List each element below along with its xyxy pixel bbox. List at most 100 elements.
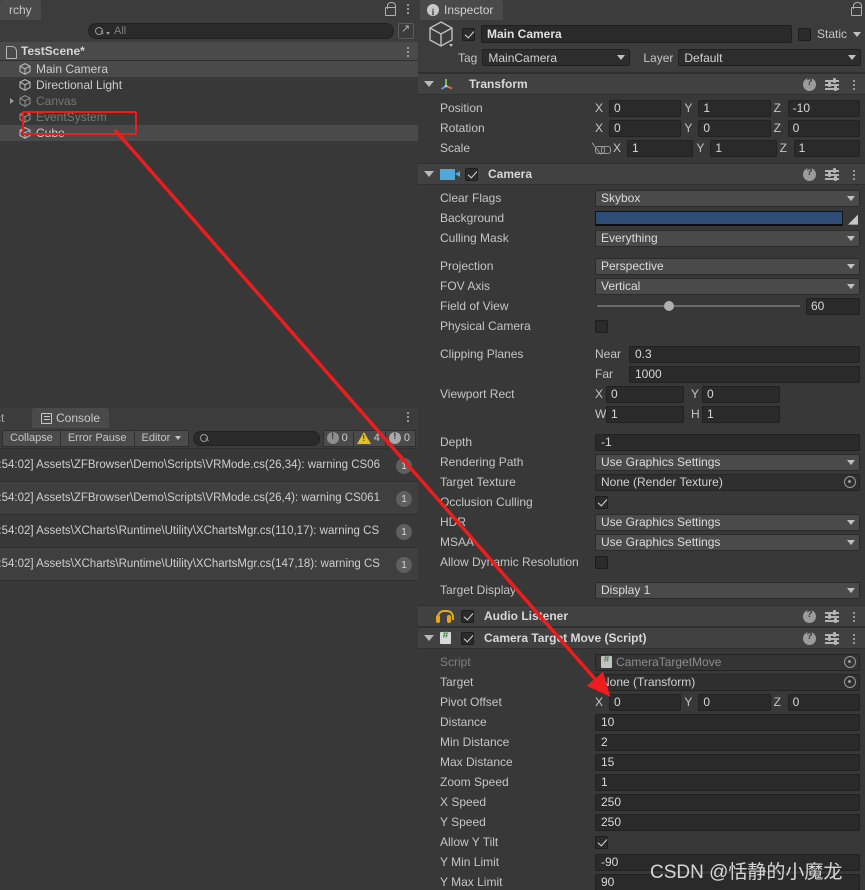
occlusion-culling-checkbox[interactable]: [595, 495, 608, 509]
component-header-audio-listener[interactable]: Audio Listener: [418, 605, 865, 627]
hierarchy-item-canvas[interactable]: Canvas: [0, 93, 418, 109]
msaa-dropdown[interactable]: Use Graphics Settings: [595, 533, 860, 551]
script-enabled-checkbox[interactable]: [461, 631, 474, 645]
zoom-speed-input[interactable]: 1: [595, 773, 860, 791]
slider-knob[interactable]: [663, 301, 674, 311]
error-pause-button[interactable]: Error Pause: [59, 429, 135, 447]
console-menu-icon[interactable]: [402, 410, 414, 423]
static-checkbox[interactable]: [797, 27, 811, 41]
rotation-y-input[interactable]: 0: [698, 119, 771, 137]
component-header-camera-target-move[interactable]: Camera Target Move (Script): [418, 627, 865, 649]
position-y-input[interactable]: 1: [698, 99, 771, 117]
hierarchy-item-eventsystem[interactable]: EventSystem: [0, 109, 418, 125]
camera-enabled-checkbox[interactable]: [465, 167, 478, 181]
tab-project[interactable]: ct: [0, 408, 14, 428]
collapse-button[interactable]: Collapse: [2, 429, 61, 447]
target-field[interactable]: None (Transform): [595, 673, 860, 691]
field-of-view-input[interactable]: 60: [806, 297, 860, 315]
x-speed-input[interactable]: 250: [595, 793, 860, 811]
layer-dropdown[interactable]: Default: [678, 49, 861, 66]
field-of-view-slider[interactable]: 60: [595, 297, 860, 315]
console-log-row[interactable]: 6:54:02] Assets\XCharts\Runtime\Utility\…: [0, 548, 418, 581]
object-picker-icon[interactable]: [844, 676, 856, 688]
target-display-dropdown[interactable]: Display 1: [595, 581, 860, 599]
y-speed-input[interactable]: 250: [595, 813, 860, 831]
clear-flags-dropdown[interactable]: Skybox: [595, 189, 860, 207]
hierarchy-item-directional-light[interactable]: Directional Light: [0, 77, 418, 93]
static-dropdown-chevron-icon[interactable]: [853, 31, 861, 37]
foldout-icon[interactable]: [424, 81, 434, 87]
foldout-icon[interactable]: [424, 171, 434, 177]
console-search-input[interactable]: [193, 430, 320, 446]
tab-console[interactable]: Console: [32, 408, 110, 428]
distance-input[interactable]: 10: [595, 713, 860, 731]
warning-count-toggle[interactable]: 4: [352, 429, 386, 447]
help-icon[interactable]: [803, 77, 816, 91]
popout-icon[interactable]: [398, 22, 414, 39]
position-x-input[interactable]: 0: [609, 99, 682, 117]
physical-camera-checkbox[interactable]: [595, 319, 608, 333]
culling-mask-dropdown[interactable]: Everything: [595, 229, 860, 247]
rendering-path-dropdown[interactable]: Use Graphics Settings: [595, 453, 860, 471]
hdr-dropdown[interactable]: Use Graphics Settings: [595, 513, 860, 531]
tab-inspector[interactable]: Inspector: [420, 0, 504, 22]
console-log-row[interactable]: 6:54:02] Assets\XCharts\Runtime\Utility\…: [0, 515, 418, 548]
preset-icon[interactable]: [825, 610, 839, 623]
scale-z-input[interactable]: 1: [793, 139, 860, 157]
min-distance-input[interactable]: 2: [595, 733, 860, 751]
eyedropper-icon[interactable]: ◢: [846, 211, 860, 226]
component-menu-icon[interactable]: [848, 632, 860, 645]
scale-y-input[interactable]: 1: [710, 139, 777, 157]
projection-dropdown[interactable]: Perspective: [595, 257, 860, 275]
object-picker-icon[interactable]: [844, 476, 856, 488]
preset-icon[interactable]: [825, 78, 839, 91]
foldout-icon[interactable]: [424, 635, 434, 641]
hierarchy-menu-icon[interactable]: [402, 2, 414, 15]
audio-listener-enabled-checkbox[interactable]: [461, 609, 474, 623]
slider-track[interactable]: [597, 301, 800, 311]
max-distance-input[interactable]: 15: [595, 753, 860, 771]
pivot-offset-y-input[interactable]: 0: [698, 693, 771, 711]
viewport-y-input[interactable]: 0: [702, 385, 780, 403]
viewport-w-input[interactable]: 1: [606, 405, 684, 423]
scale-x-input[interactable]: 1: [627, 139, 694, 157]
component-menu-icon[interactable]: [848, 610, 860, 623]
pivot-offset-z-input[interactable]: 0: [787, 693, 860, 711]
chevron-right-icon[interactable]: [8, 97, 17, 106]
tab-hierarchy[interactable]: rchy: [0, 0, 41, 20]
allow-y-tilt-checkbox[interactable]: [595, 835, 608, 849]
hierarchy-search-input[interactable]: All: [88, 23, 394, 39]
hierarchy-item-main-camera[interactable]: Main Camera: [0, 61, 418, 77]
component-menu-icon[interactable]: [848, 78, 860, 91]
clipping-far-input[interactable]: 1000: [629, 365, 860, 383]
console-log-row[interactable]: 6:54:02] Assets\ZFBrowser\Demo\Scripts\V…: [0, 449, 418, 482]
gameobject-enabled-checkbox[interactable]: [462, 27, 475, 41]
target-texture-field[interactable]: None (Render Texture): [595, 473, 860, 491]
rotation-x-input[interactable]: 0: [609, 119, 682, 137]
position-z-input[interactable]: -10: [787, 99, 860, 117]
y-min-limit-input[interactable]: -90: [595, 853, 860, 871]
background-color-swatch[interactable]: [595, 210, 843, 226]
allow-dynamic-resolution-checkbox[interactable]: [595, 555, 608, 569]
console-log-row[interactable]: 6:54:02] Assets\ZFBrowser\Demo\Scripts\V…: [0, 482, 418, 515]
pivot-offset-x-input[interactable]: 0: [609, 693, 682, 711]
viewport-x-input[interactable]: 0: [606, 385, 684, 403]
clipping-near-input[interactable]: 0.3: [629, 345, 860, 363]
fov-axis-dropdown[interactable]: Vertical: [595, 277, 860, 295]
lock-icon[interactable]: [850, 2, 862, 16]
scene-row[interactable]: TestScene*: [0, 42, 418, 61]
editor-dropdown[interactable]: Editor: [133, 429, 190, 447]
hierarchy-item-cube[interactable]: Cube: [0, 125, 418, 141]
constrain-proportions-icon[interactable]: [591, 141, 611, 155]
component-header-transform[interactable]: Transform: [418, 73, 865, 95]
error-count-toggle[interactable]: 0: [384, 429, 416, 447]
depth-input[interactable]: -1: [595, 433, 860, 451]
help-icon[interactable]: [803, 167, 816, 181]
help-icon[interactable]: [803, 631, 816, 645]
viewport-h-input[interactable]: 1: [702, 405, 780, 423]
gameobject-name-field[interactable]: Main Camera: [481, 25, 792, 43]
y-max-limit-input[interactable]: 90: [595, 873, 860, 890]
tag-dropdown[interactable]: MainCamera: [482, 49, 631, 66]
info-count-toggle[interactable]: 0: [322, 429, 354, 447]
lock-icon[interactable]: [384, 2, 396, 16]
